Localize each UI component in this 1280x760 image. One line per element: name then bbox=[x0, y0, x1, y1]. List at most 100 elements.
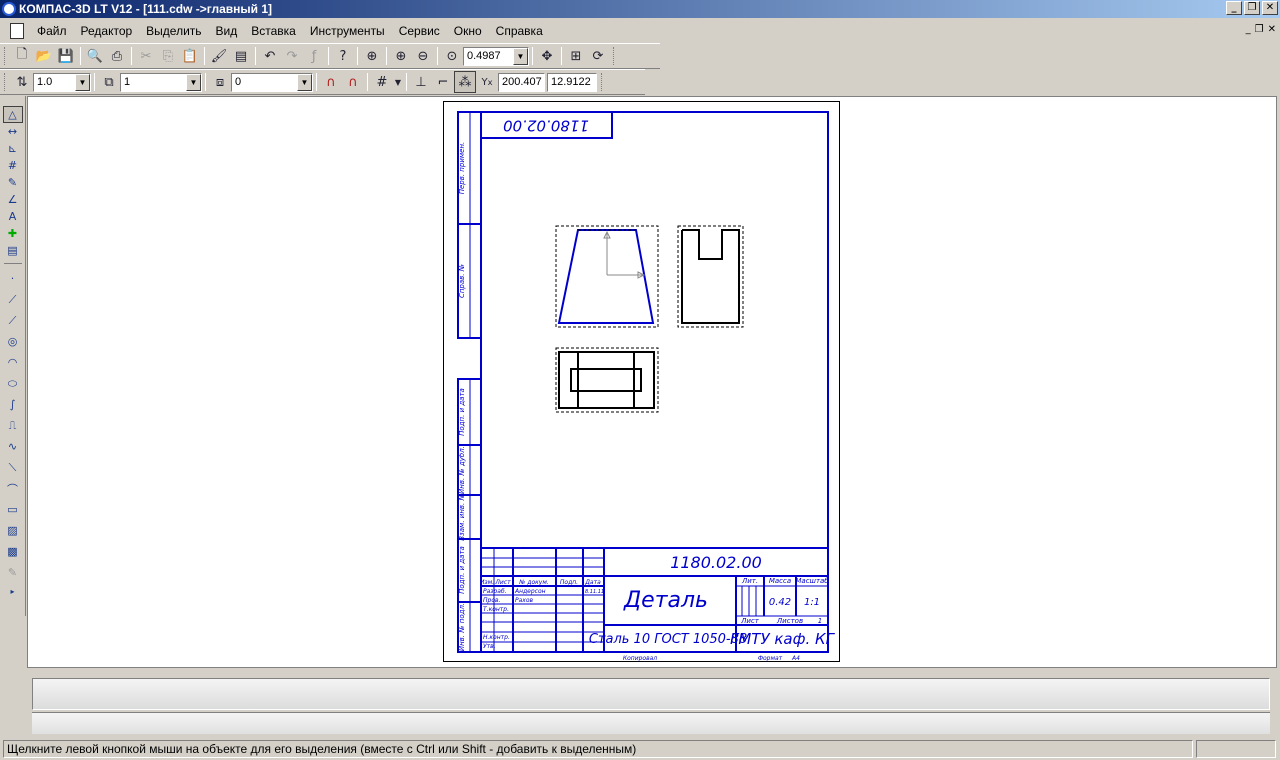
paste-icon[interactable]: 📋 bbox=[179, 45, 201, 67]
local-cs-icon[interactable]: ⊥ bbox=[410, 71, 432, 93]
continuous-input-icon[interactable]: ∫ bbox=[3, 394, 23, 415]
designations-panel-icon[interactable]: ⊾ bbox=[3, 140, 23, 157]
fill-icon[interactable]: ▩ bbox=[3, 541, 23, 562]
cut-icon[interactable]: ✂ bbox=[135, 45, 157, 67]
kompas-app-icon[interactable] bbox=[2, 2, 16, 16]
drawing-canvas[interactable]: 1180.02.00 Перв. примен. Справ. № Подп. … bbox=[27, 96, 1277, 668]
view-frame-side[interactable] bbox=[677, 225, 744, 328]
properties-icon[interactable]: ▤ bbox=[230, 45, 252, 67]
header-doc: № докум. bbox=[518, 579, 549, 586]
brush-icon[interactable]: 🖌 bbox=[208, 45, 230, 67]
undo-icon[interactable]: ↶ bbox=[259, 45, 281, 67]
open-folder-icon[interactable]: 📂 bbox=[33, 45, 55, 67]
grid-icon[interactable]: # bbox=[371, 71, 393, 93]
zoom-scale-icon[interactable]: ⊙ bbox=[441, 45, 463, 67]
point-icon[interactable]: · bbox=[3, 268, 23, 289]
chamfer-icon[interactable]: ⟍ bbox=[3, 457, 23, 478]
zoom-window-icon[interactable]: ⊕ bbox=[361, 45, 383, 67]
property-panel-main[interactable] bbox=[32, 678, 1270, 710]
title-material: Сталь 10 ГОСТ 1050-88 bbox=[589, 632, 747, 647]
mdi-restore-button[interactable]: ❐ bbox=[1255, 24, 1264, 35]
mdi-minimize-button[interactable]: _ bbox=[1246, 24, 1251, 35]
local-snap-icon[interactable]: ∩ bbox=[342, 71, 364, 93]
copy-icon[interactable]: ⎘ bbox=[157, 45, 179, 67]
coord-y-field[interactable]: 12.9122 bbox=[547, 72, 597, 92]
geometry-panel-icon[interactable]: △ bbox=[2, 106, 23, 123]
chevron-down-icon[interactable]: ▼ bbox=[75, 73, 90, 91]
coord-x-field[interactable]: 200.407 bbox=[498, 72, 545, 92]
menu-tools[interactable]: Инструменты bbox=[303, 24, 392, 38]
round-icon[interactable]: ⁂ bbox=[454, 71, 476, 93]
chevron-down-icon[interactable]: ▼ bbox=[186, 73, 201, 91]
segment-icon[interactable]: ⟋ bbox=[3, 310, 23, 331]
snap-magnet-icon[interactable]: ∩ bbox=[320, 71, 342, 93]
auxiliary-line-icon[interactable]: ⟋ bbox=[3, 289, 23, 310]
chevron-down-icon[interactable]: ▼ bbox=[297, 73, 312, 91]
show-all-icon[interactable]: ⊞ bbox=[565, 45, 587, 67]
select-panel-icon[interactable]: A bbox=[3, 208, 23, 225]
menu-select[interactable]: Выделить bbox=[139, 24, 208, 38]
bezier-curve-icon[interactable]: ∿ bbox=[3, 436, 23, 457]
drawing-sheet[interactable]: 1180.02.00 Перв. примен. Справ. № Подп. … bbox=[443, 101, 840, 662]
restore-button[interactable]: ❐ bbox=[1244, 1, 1260, 15]
new-document-icon[interactable]: 🗋 bbox=[11, 45, 33, 67]
associative-views-icon[interactable]: ✚ bbox=[3, 225, 23, 242]
property-panel-tabs[interactable] bbox=[32, 712, 1270, 734]
format-value: A4 bbox=[791, 655, 800, 662]
circle-icon[interactable]: ◎ bbox=[3, 331, 23, 352]
toolbar-grip[interactable] bbox=[601, 73, 604, 91]
measure-panel-icon[interactable]: ∠ bbox=[3, 191, 23, 208]
close-button[interactable]: ✕ bbox=[1262, 1, 1278, 15]
trapezoid-part[interactable] bbox=[557, 229, 655, 324]
u-shape-part[interactable] bbox=[681, 229, 740, 324]
grid-dropdown-icon[interactable]: ▼ bbox=[393, 71, 403, 93]
parametrization-panel-icon[interactable]: ✎ bbox=[3, 174, 23, 191]
ortho-icon[interactable]: ⌐ bbox=[432, 71, 454, 93]
pan-icon[interactable]: ✥ bbox=[536, 45, 558, 67]
function-icon[interactable]: ƒ bbox=[303, 45, 325, 67]
fillet-icon[interactable]: ⌒ bbox=[3, 478, 23, 499]
refresh-icon[interactable]: ⟳ bbox=[587, 45, 609, 67]
toolbar-grip[interactable] bbox=[4, 47, 7, 65]
redo-icon[interactable]: ↷ bbox=[281, 45, 303, 67]
spec-panel-icon[interactable]: ▤ bbox=[3, 242, 23, 259]
toolbar-grip[interactable] bbox=[4, 73, 7, 91]
menu-file[interactable]: Файл bbox=[30, 24, 74, 38]
menu-view[interactable]: Вид bbox=[209, 24, 245, 38]
print-preview-icon[interactable]: 🔍 bbox=[84, 45, 106, 67]
toolbar-grip[interactable] bbox=[613, 47, 616, 65]
save-icon[interactable]: 💾 bbox=[55, 45, 77, 67]
top-outer-rect[interactable] bbox=[558, 351, 655, 409]
minimize-button[interactable]: _ bbox=[1226, 1, 1242, 15]
document-icon[interactable] bbox=[10, 23, 24, 39]
ellipse-icon[interactable]: ⬭ bbox=[3, 373, 23, 394]
grid-step-icon[interactable]: ⇅ bbox=[11, 71, 33, 93]
menu-help[interactable]: Справка bbox=[489, 24, 550, 38]
top-inner-rect[interactable] bbox=[570, 368, 642, 392]
arc-icon[interactable]: ◠ bbox=[3, 352, 23, 373]
context-help-icon[interactable]: ? bbox=[332, 45, 354, 67]
rectangle-icon[interactable]: ▭ bbox=[3, 499, 23, 520]
chevron-down-icon[interactable]: ▼ bbox=[513, 47, 528, 65]
menu-edit[interactable]: Редактор bbox=[74, 24, 140, 38]
print-icon[interactable]: ⎙ bbox=[106, 45, 128, 67]
menu-insert[interactable]: Вставка bbox=[244, 24, 303, 38]
hatch-icon[interactable]: ▨ bbox=[3, 520, 23, 541]
edit-panel-icon[interactable]: # bbox=[3, 157, 23, 174]
line-scale-combo[interactable]: 1.0 ▼ bbox=[33, 72, 91, 92]
layer-combo[interactable]: 0 ▼ bbox=[231, 72, 313, 92]
polyline-icon[interactable]: ⎍ bbox=[3, 415, 23, 436]
zoom-in-icon[interactable]: ⊕ bbox=[390, 45, 412, 67]
zoom-out-icon[interactable]: ⊖ bbox=[412, 45, 434, 67]
view-icon[interactable]: ⧉ bbox=[98, 71, 120, 93]
view-combo[interactable]: 1 ▼ bbox=[120, 72, 202, 92]
property-panel bbox=[27, 674, 1277, 736]
macro-icon[interactable]: ✎ bbox=[3, 562, 23, 583]
menu-service[interactable]: Сервис bbox=[392, 24, 447, 38]
menu-window[interactable]: Окно bbox=[447, 24, 489, 38]
expand-toolbar-icon[interactable]: ▸ bbox=[3, 583, 23, 600]
zoom-combo[interactable]: 0.4987 ▼ bbox=[463, 46, 529, 66]
dimensions-panel-icon[interactable]: ↔ bbox=[3, 123, 23, 140]
mdi-close-button[interactable]: ✕ bbox=[1268, 24, 1276, 35]
layer-icon[interactable]: ⧈ bbox=[209, 71, 231, 93]
